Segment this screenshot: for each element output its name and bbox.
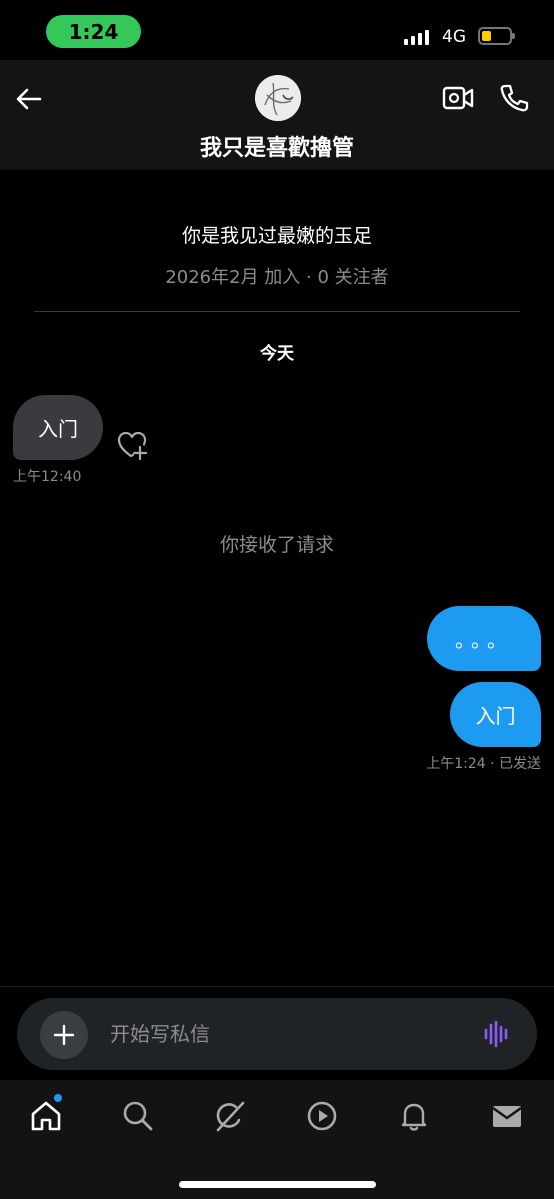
bell-icon[interactable] xyxy=(396,1098,432,1134)
conversation-title[interactable]: 我只是喜歡擼管 xyxy=(0,130,554,162)
home-indicator xyxy=(179,1181,376,1188)
message-status: 上午1:24 · 已发送 xyxy=(426,756,541,772)
heart-plus-icon[interactable] xyxy=(116,430,148,460)
phone-icon[interactable] xyxy=(498,82,530,114)
voice-message-icon[interactable] xyxy=(482,1019,512,1049)
message-outgoing[interactable]: 入门 xyxy=(450,682,541,747)
message-input[interactable] xyxy=(110,1016,450,1052)
profile-meta: 2026年2月 加入 · 0 关注者 xyxy=(165,267,389,288)
video-call-icon[interactable] xyxy=(442,84,474,112)
notification-dot xyxy=(54,1094,62,1102)
day-separator: 今天 xyxy=(260,344,294,364)
message-incoming[interactable]: 入门 xyxy=(13,395,103,460)
grok-icon[interactable] xyxy=(212,1098,248,1134)
status-time: 1:24 xyxy=(46,15,141,48)
mail-icon[interactable] xyxy=(489,1098,525,1134)
divider xyxy=(34,311,520,312)
avatar[interactable] xyxy=(255,75,301,121)
plus-icon xyxy=(53,1024,75,1046)
profile-bio: 你是我见过最嫩的玉足 xyxy=(181,225,372,247)
add-attachment-button[interactable] xyxy=(40,1011,88,1059)
message-timestamp: 上午12:40 xyxy=(13,469,82,485)
back-arrow-icon[interactable] xyxy=(14,84,44,114)
signal-icon xyxy=(404,30,429,45)
message-outgoing[interactable]: 。。。 xyxy=(427,606,541,671)
divider xyxy=(0,986,554,987)
battery-icon xyxy=(478,27,515,45)
system-note: 你接收了请求 xyxy=(219,534,334,556)
home-icon[interactable] xyxy=(28,1098,64,1134)
network-label: 4G xyxy=(442,27,466,47)
search-icon[interactable] xyxy=(120,1098,156,1134)
video-icon[interactable] xyxy=(304,1098,340,1134)
